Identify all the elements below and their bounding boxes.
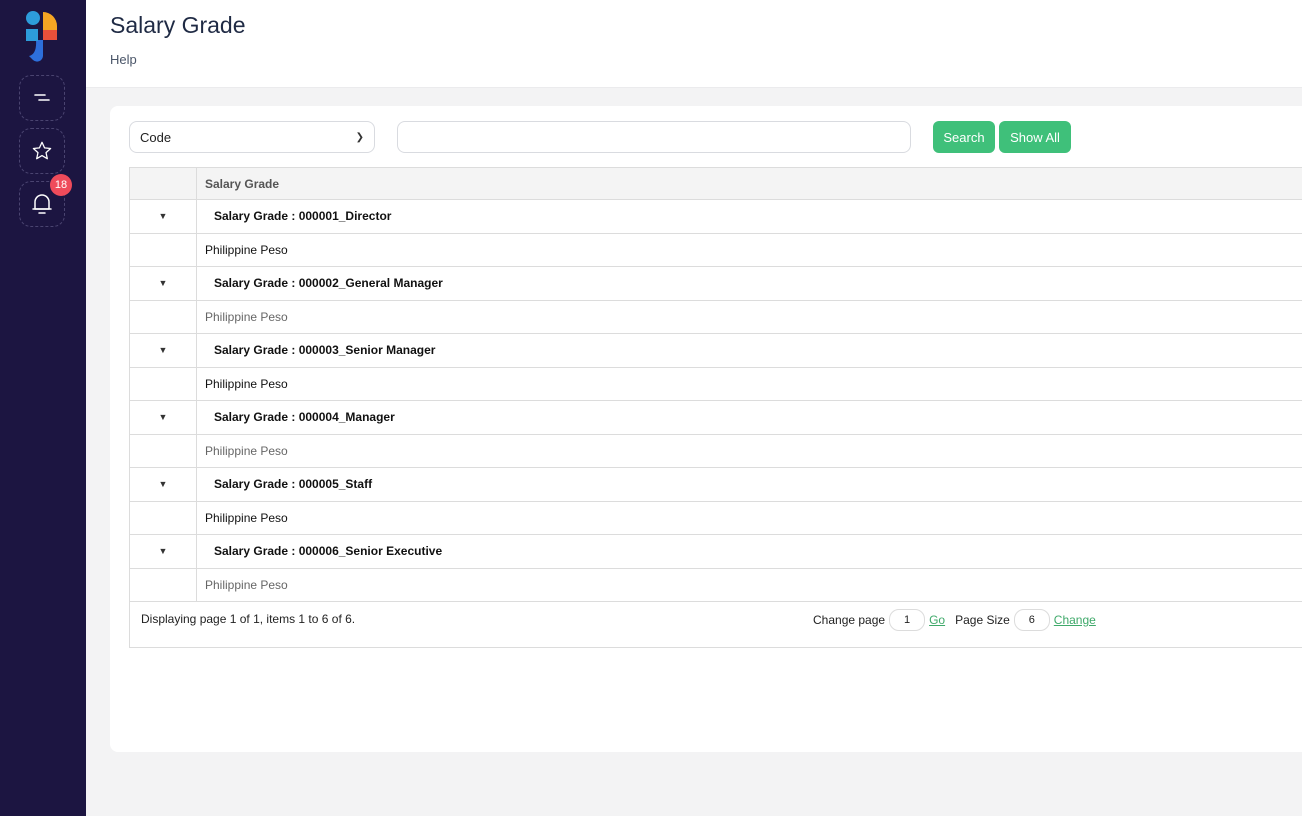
group-row: ▼ Salary Grade : 000002_General Manager <box>130 267 1302 301</box>
currency-cell: Philippine Peso <box>205 376 288 391</box>
group-row: ▼ Salary Grade : 000005_Staff <box>130 468 1302 502</box>
group-title: Salary Grade : 000001_Director <box>214 209 392 224</box>
row-spacer <box>130 233 197 266</box>
grid-pager: Displaying page 1 of 1, items 1 to 6 of … <box>130 602 1302 648</box>
bell-icon <box>32 194 52 214</box>
table-row[interactable]: Philippine Peso <box>130 501 1302 535</box>
chevron-down-icon: ▼ <box>158 546 168 557</box>
group-title: Salary Grade : 000005_Staff <box>214 477 373 492</box>
currency-cell: Philippine Peso <box>205 510 288 525</box>
go-link[interactable]: Go <box>929 613 945 627</box>
page-size-input[interactable]: 6 <box>1013 609 1050 631</box>
group-row: ▼ Salary Grade : 000003_Senior Manager <box>130 334 1302 368</box>
column-header-salary-grade[interactable]: Salary Grade <box>197 168 1302 199</box>
change-page-label: Change page <box>813 613 886 627</box>
group-title: Salary Grade : 000003_Senior Manager <box>214 343 436 358</box>
grid-header: Salary Grade <box>130 167 1302 200</box>
group-toggle[interactable]: ▼ <box>130 267 197 300</box>
row-spacer <box>130 501 197 534</box>
group-row: ▼ Salary Grade : 000004_Manager <box>130 401 1302 435</box>
page-header: Salary Grade Help <box>86 0 1302 88</box>
chevron-down-icon: ▼ <box>158 479 168 490</box>
star-icon <box>32 141 52 160</box>
notifications-button[interactable]: 18 <box>19 174 72 227</box>
group-title: Salary Grade : 000004_Manager <box>214 410 395 425</box>
notification-badge: 18 <box>50 174 72 196</box>
table-row[interactable]: Philippine Peso <box>130 367 1302 401</box>
group-toggle[interactable]: ▼ <box>130 468 197 501</box>
group-row: ▼ Salary Grade : 000006_Senior Executive <box>130 535 1302 569</box>
salary-grade-grid: Salary Grade ▼ Salary Grade : 000001_Dir… <box>129 167 1302 648</box>
chevron-down-icon: ❯ <box>355 131 364 143</box>
table-row[interactable]: Philippine Peso <box>130 233 1302 267</box>
page-number-input[interactable]: 1 <box>889 609 926 631</box>
row-spacer <box>130 434 197 467</box>
menu-lines-icon <box>34 94 50 101</box>
currency-cell: Philippine Peso <box>205 309 288 324</box>
app-logo[interactable] <box>24 10 60 62</box>
row-spacer <box>130 568 197 601</box>
pager-info: Displaying page 1 of 1, items 1 to 6 of … <box>141 612 356 626</box>
group-toggle[interactable]: ▼ <box>130 200 197 233</box>
grid-header-expander-cell <box>130 168 197 199</box>
page-size-label: Page Size <box>955 613 1010 627</box>
help-link[interactable]: Help <box>110 52 137 67</box>
group-title: Salary Grade : 000002_General Manager <box>214 276 443 291</box>
table-row[interactable]: Philippine Peso <box>130 568 1302 602</box>
row-spacer <box>130 367 197 400</box>
group-toggle[interactable]: ▼ <box>130 334 197 367</box>
pager-controls: Change page 1 Go Page Size 6 Change <box>813 609 1096 631</box>
search-field-select[interactable]: Code ❯ <box>129 121 375 153</box>
currency-cell: Philippine Peso <box>205 577 288 592</box>
search-button[interactable]: Search <box>933 121 995 153</box>
group-row: ▼ Salary Grade : 000001_Director <box>130 200 1302 234</box>
favorites-button[interactable] <box>19 128 65 174</box>
chevron-down-icon: ▼ <box>158 278 168 289</box>
sidebar: 18 <box>0 0 86 816</box>
search-input[interactable] <box>397 121 911 153</box>
search-field-selected: Code <box>140 129 172 145</box>
show-all-button[interactable]: Show All <box>999 121 1071 153</box>
chevron-down-icon: ▼ <box>158 345 168 356</box>
table-row[interactable]: Philippine Peso <box>130 434 1302 468</box>
content-card: Code ❯ Search Show All Salary Grade ▼ Sa… <box>110 106 1302 752</box>
change-link[interactable]: Change <box>1054 613 1096 627</box>
currency-cell: Philippine Peso <box>205 443 288 458</box>
table-row[interactable]: Philippine Peso <box>130 300 1302 334</box>
row-spacer <box>130 300 197 333</box>
chevron-down-icon: ▼ <box>158 211 168 222</box>
currency-cell: Philippine Peso <box>205 242 288 257</box>
page-title: Salary Grade <box>110 12 246 38</box>
group-toggle[interactable]: ▼ <box>130 535 197 568</box>
menu-toggle-button[interactable] <box>19 75 65 121</box>
chevron-down-icon: ▼ <box>158 412 168 423</box>
group-toggle[interactable]: ▼ <box>130 401 197 434</box>
group-title: Salary Grade : 000006_Senior Executive <box>214 544 443 559</box>
